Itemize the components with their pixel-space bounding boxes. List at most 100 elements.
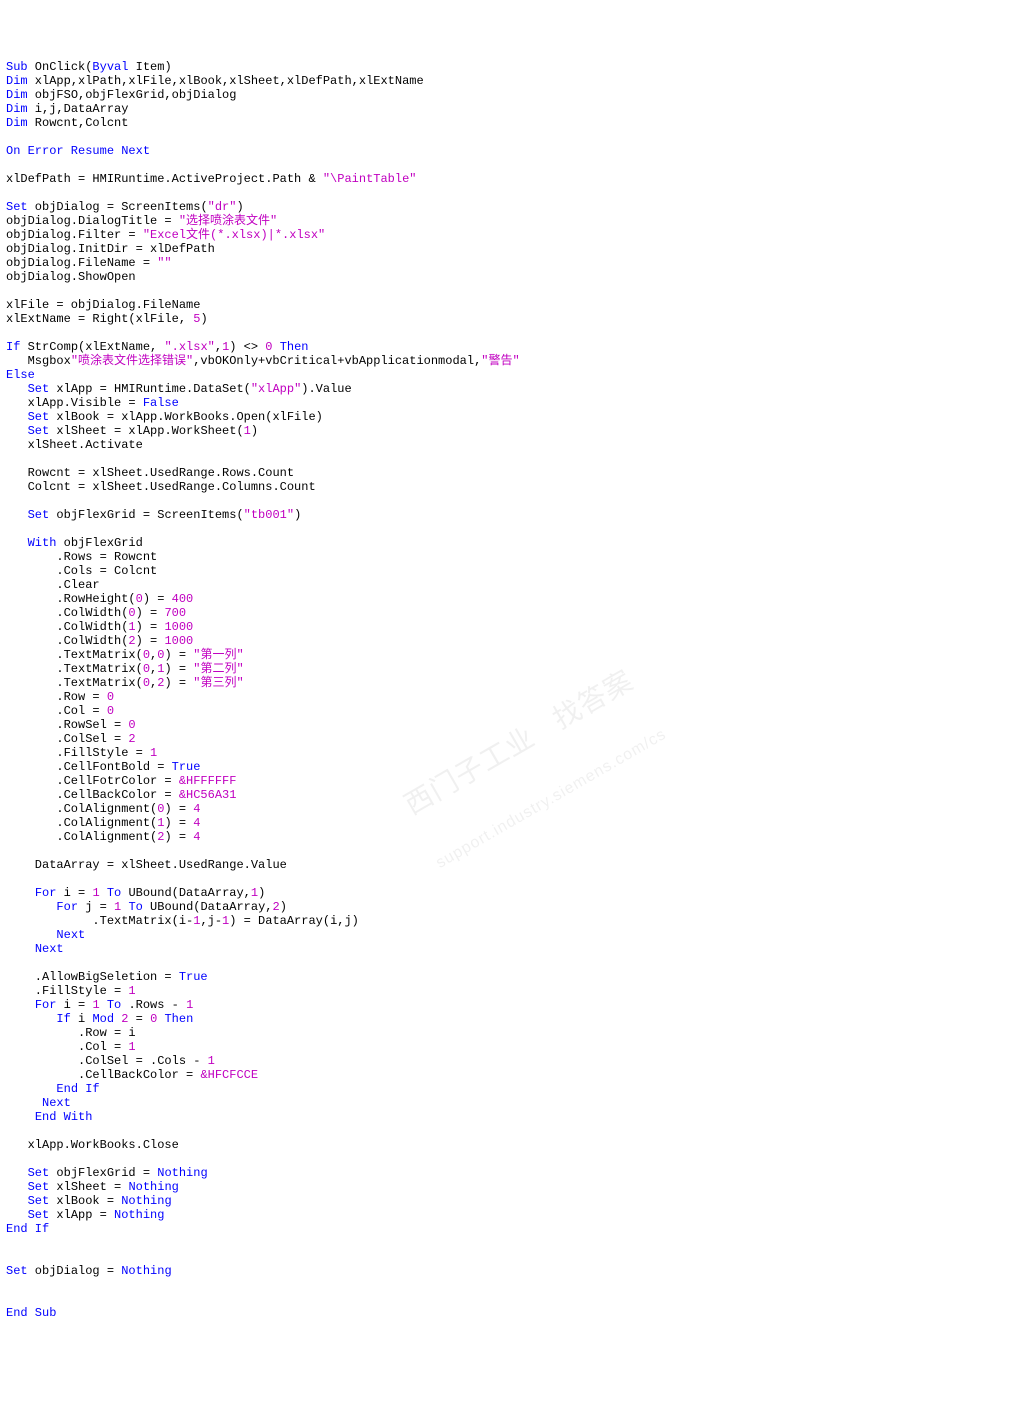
code-token: Nothing (121, 1264, 171, 1278)
code-token: .Clear (6, 578, 100, 592)
code-token: If (56, 1012, 70, 1026)
code-token: Mod (92, 1012, 114, 1026)
code-token: 1 (244, 424, 251, 438)
code-token: .ColAlignment( (6, 816, 157, 830)
code-token: 0 (107, 690, 114, 704)
code-token: On Error Resume Next (6, 144, 150, 158)
code-token: .FillStyle = (6, 984, 128, 998)
code-token: "xlApp" (251, 382, 301, 396)
code-token (6, 1082, 56, 1096)
code-token: Nothing (128, 1180, 178, 1194)
code-token: 1 (92, 998, 99, 1012)
code-token: 2 (128, 634, 135, 648)
code-token: .CellFotrColor = (6, 774, 179, 788)
code-token: Dim (6, 116, 28, 130)
code-token: "警告" (481, 354, 519, 368)
code-token: For (35, 998, 57, 1012)
code-token: 2 (272, 900, 279, 914)
code-token: For (56, 900, 78, 914)
code-token: xlApp.WorkBooks.Close (6, 1138, 179, 1152)
code-token: ,vbOKOnly+vbCritical+vbApplicationmodal, (193, 354, 481, 368)
code-token: .ColWidth( (6, 620, 128, 634)
code-token: "选择喷涂表文件" (179, 214, 277, 228)
code-token: xlSheet = xlApp.WorkSheet( (49, 424, 243, 438)
code-token: ) <> (229, 340, 265, 354)
code-token: "第三列" (193, 676, 243, 690)
code-token: Item) (128, 60, 171, 74)
code-token: objFlexGrid = (49, 1166, 157, 1180)
code-token: "喷涂表文件选择错误" (71, 354, 193, 368)
code-token: 1 (208, 1054, 215, 1068)
code-token: ) = (136, 606, 165, 620)
code-token: Set (28, 1194, 50, 1208)
code-token: objDialog.InitDir = xlDefPath (6, 242, 215, 256)
code-token: 0 (143, 676, 150, 690)
code-token: xlSheet.Activate (6, 438, 143, 452)
code-token: .AllowBigSeletion = (6, 970, 179, 984)
code-token (6, 886, 35, 900)
code-token: ) (294, 508, 301, 522)
code-token: .TextMatrix( (6, 662, 143, 676)
code-token: i,j,DataArray (28, 102, 129, 116)
code-token: .ColSel = .Cols - (6, 1054, 208, 1068)
code-token: Byval (92, 60, 128, 74)
code-token: .CellBackColor = (6, 1068, 200, 1082)
code-token: 1000 (164, 620, 193, 634)
code-token: &HFCFCCE (200, 1068, 258, 1082)
code-token (6, 508, 28, 522)
code-token: .ColWidth( (6, 606, 128, 620)
code-token: Nothing (121, 1194, 171, 1208)
code-token: i = (56, 886, 92, 900)
code-token: 1 (92, 886, 99, 900)
code-token: objDialog.FileName = (6, 256, 157, 270)
code-token: Nothing (157, 1166, 207, 1180)
code-token: xlExtName = Right(xlFile, (6, 312, 193, 326)
code-token: objDialog = ScreenItems( (28, 200, 208, 214)
code-token: 4 (193, 802, 200, 816)
code-token: objDialog = (28, 1264, 122, 1278)
code-token: End If (6, 1222, 49, 1236)
code-token: Rowcnt = xlSheet.UsedRange.Rows.Count (6, 466, 294, 480)
code-token: .Row = i (6, 1026, 136, 1040)
code-token: , (215, 340, 222, 354)
code-token: .Col = (6, 704, 107, 718)
code-token: Rowcnt,Colcnt (28, 116, 129, 130)
code-token: "tb001" (244, 508, 294, 522)
code-token: ) = (164, 830, 193, 844)
code-token: Sub (6, 60, 28, 74)
code-token: Dim (6, 74, 28, 88)
code-token: ) = (136, 634, 165, 648)
code-token: True (179, 970, 208, 984)
code-token: Then (280, 340, 309, 354)
code-token: 1 (128, 1040, 135, 1054)
code-token: "dr" (208, 200, 237, 214)
code-token: .CellBackColor = (6, 788, 179, 802)
code-token: True (172, 760, 201, 774)
code-token: .ColSel = (6, 732, 128, 746)
code-token: End Sub (6, 1306, 56, 1320)
code-token: Set (6, 1264, 28, 1278)
code-token: .Rows - (121, 998, 186, 1012)
code-token: OnClick( (28, 60, 93, 74)
code-token: .Col = (6, 1040, 128, 1054)
code-token: With (28, 536, 57, 550)
code-token: "第二列" (193, 662, 243, 676)
code-token: "\PaintTable" (323, 172, 417, 186)
code-token: ,j- (200, 914, 222, 928)
code-token: .TextMatrix( (6, 648, 143, 662)
code-token: "Excel文件(*.xlsx)|*.xlsx" (143, 228, 325, 242)
code-token: ) = (164, 676, 193, 690)
code-token: ) (251, 424, 258, 438)
code-token: False (143, 396, 179, 410)
code-token (100, 998, 107, 1012)
code-token: xlApp = (49, 1208, 114, 1222)
code-token: objDialog.Filter = (6, 228, 143, 242)
code-token: xlSheet = (49, 1180, 128, 1194)
code-token: &HFFFFFF (179, 774, 237, 788)
code-token: For (35, 886, 57, 900)
code-token: ) = (164, 662, 193, 676)
code-token: 0 (107, 704, 114, 718)
code-token: Msgbox (6, 354, 71, 368)
vbscript-code-block: Sub OnClick(Byval Item) Dim xlApp,xlPath… (6, 60, 1020, 1320)
code-token: 0 (143, 648, 150, 662)
